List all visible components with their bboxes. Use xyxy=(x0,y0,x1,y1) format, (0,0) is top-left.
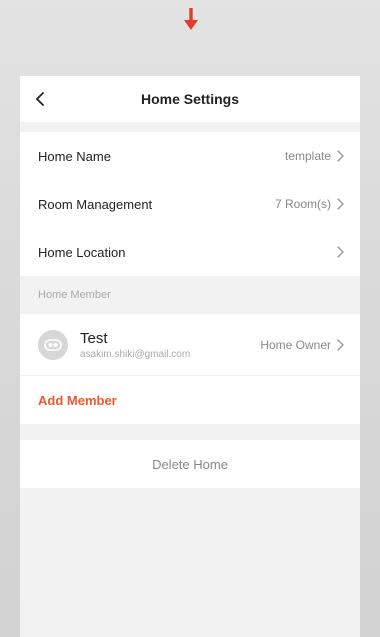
page-title: Home Settings xyxy=(140,91,239,107)
chevron-right-icon xyxy=(336,150,348,162)
home-member-section-header: Home Member xyxy=(20,276,360,314)
member-role: Home Owner xyxy=(260,337,331,352)
user-avatar-icon xyxy=(38,329,68,360)
member-email: asakim.shiki@gmail.com xyxy=(80,348,191,360)
chevron-left-icon xyxy=(36,92,44,106)
chevron-right-icon xyxy=(336,338,348,351)
room-management-value: 7 Room(s) xyxy=(274,197,331,211)
home-name-row[interactable]: Home Name template xyxy=(20,132,360,180)
member-info: Test asakim.shiki@gmail.com xyxy=(80,330,260,360)
room-management-label: Room Management xyxy=(38,196,153,212)
back-button[interactable] xyxy=(30,88,50,110)
arrow-down-icon xyxy=(184,8,198,30)
home-name-label: Home Name xyxy=(38,148,111,164)
nav-bar: Home Settings xyxy=(20,76,360,122)
home-name-value: template xyxy=(284,149,331,163)
home-location-label: Home Location xyxy=(38,244,126,260)
member-name: Test xyxy=(80,329,108,347)
phone-screen: Home Settings Home Name template Room Ma… xyxy=(20,76,360,637)
home-location-row[interactable]: Home Location xyxy=(20,228,360,276)
section-gap xyxy=(20,122,360,132)
chevron-right-icon xyxy=(336,246,348,258)
chevron-right-icon xyxy=(336,198,348,210)
section-gap xyxy=(20,424,360,440)
delete-home-button[interactable]: Delete Home xyxy=(20,440,360,488)
add-member-button[interactable]: Add Member xyxy=(20,376,360,424)
room-management-row[interactable]: Room Management 7 Room(s) xyxy=(20,180,360,228)
member-row[interactable]: Test asakim.shiki@gmail.com Home Owner xyxy=(20,314,360,376)
